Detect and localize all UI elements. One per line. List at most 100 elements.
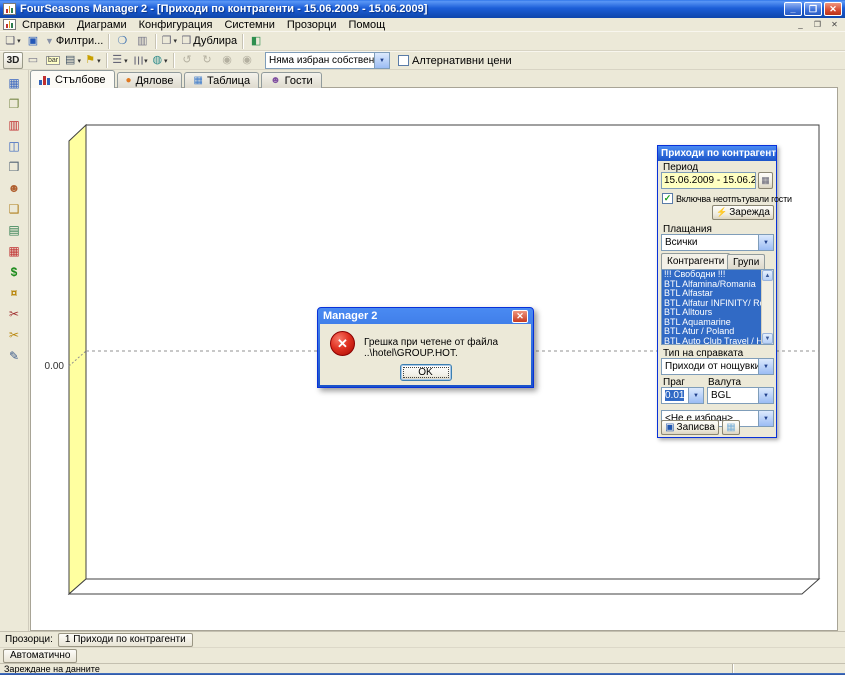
list-item[interactable]: BTL Aquamarine	[662, 318, 761, 328]
list-item[interactable]: BTL Auto Club Travel / Hungary	[662, 337, 761, 345]
combo-dropdown-button[interactable]: ▼	[758, 388, 773, 403]
cancel-yellow-button[interactable]: ✂	[3, 326, 25, 344]
alternative-prices-checkbox[interactable]	[398, 55, 409, 66]
menu-prozorci[interactable]: Прозорци	[281, 19, 343, 31]
documents-button[interactable]: ❐	[3, 95, 25, 113]
rotate-right-button[interactable]: ↻	[197, 52, 217, 69]
3d-toggle-button[interactable]: 3D	[3, 52, 23, 69]
duplicate-button[interactable]: ❒ Дублира	[179, 33, 239, 50]
payments-combobox[interactable]: Всички ▼	[661, 234, 774, 251]
print-button[interactable]: ▥	[132, 33, 152, 50]
mdi-restore-button[interactable]: ❐	[810, 19, 825, 30]
zoom-in-button[interactable]: ◉	[237, 52, 257, 69]
menu-konfiguracia[interactable]: Конфигурация	[133, 19, 219, 31]
minimize-button[interactable]: _	[784, 2, 802, 16]
series-style-button[interactable]: ◍ ▾	[150, 52, 170, 69]
horizontal-grid-button[interactable]: ☰ ▾	[110, 52, 130, 69]
list-scrollbar[interactable]: ▲ ▼	[761, 270, 773, 344]
owner-combobox[interactable]: Няма избран собственици ▼	[265, 52, 390, 69]
rotate-left-button[interactable]: ↺	[177, 52, 197, 69]
calendar-button[interactable]: ▦	[758, 172, 773, 189]
list-item[interactable]: BTL Atur / Poland	[662, 327, 761, 337]
filters-button[interactable]: ▼ Филтри...	[43, 33, 105, 50]
save-button[interactable]: ▣	[23, 33, 43, 50]
mdi-close-button[interactable]: ✕	[827, 19, 842, 30]
series-marks-button[interactable]: bar	[43, 52, 63, 69]
folders-button[interactable]: ❑	[3, 200, 25, 218]
tab-table[interactable]: ▦ Таблица	[184, 72, 259, 88]
close-button[interactable]: ✕	[824, 2, 842, 16]
grid-options-button[interactable]: ▦	[722, 420, 740, 435]
tab-contragents[interactable]: Контрагенти	[661, 253, 730, 269]
cancel-red-button[interactable]: ✂	[3, 305, 25, 323]
chart-window-button[interactable]: ◧	[246, 33, 266, 50]
guests-list-button[interactable]: ☻	[3, 179, 25, 197]
threshold-combobox[interactable]: 0.01 ▼	[661, 387, 704, 404]
panel-title-bar[interactable]: Приходи по контрагенти ✕	[658, 146, 776, 161]
scroll-up-button[interactable]: ▲	[762, 270, 773, 281]
load-button[interactable]: ⚡ Зарежда	[712, 205, 774, 220]
chart-report-button[interactable]: ▥	[3, 116, 25, 134]
ledger-button[interactable]: ▤	[3, 221, 25, 239]
period-input[interactable]: 15.06.2009 - 15.06.2009	[661, 172, 756, 189]
red-grid-icon: ▦	[8, 244, 19, 258]
dialog-title-bar[interactable]: Manager 2 ✕	[318, 308, 533, 324]
combo-dropdown-button[interactable]: ▼	[758, 411, 773, 426]
restore-button[interactable]: ❐	[804, 2, 822, 16]
chevron-down-icon: ▼	[763, 364, 769, 370]
tab-guests[interactable]: ☻ Гости	[261, 72, 322, 88]
tab-groups[interactable]: Групи	[727, 254, 765, 269]
occupancy-grid-button[interactable]: ▦	[3, 242, 25, 260]
card-file-button[interactable]: ◫	[3, 137, 25, 155]
marks-flag-button[interactable]: ⚑ ▾	[83, 52, 103, 69]
contragents-listbox[interactable]: !!! Свободни !!! BTL Alfamina/Romania BT…	[661, 269, 774, 345]
combo-dropdown-button[interactable]: ▼	[374, 53, 389, 68]
tab-pie[interactable]: ● Дялове	[117, 72, 183, 88]
list-item[interactable]: BTL Alltours	[662, 308, 761, 318]
table-icon: ▦	[193, 76, 202, 86]
combo-dropdown-button[interactable]: ▼	[688, 388, 703, 403]
chevron-down-icon: ▼	[763, 393, 769, 399]
include-guests-checkbox[interactable]: ✓	[662, 193, 673, 204]
zoom-out-button[interactable]: ◉	[217, 52, 237, 69]
menu-spravki[interactable]: Справки	[16, 19, 71, 31]
combo-dropdown-button[interactable]: ▼	[758, 359, 773, 374]
chart-panel-button[interactable]: ▭	[23, 52, 43, 69]
payments-button[interactable]: $	[3, 263, 25, 281]
document-window-button[interactable]: ❒	[3, 158, 25, 176]
payments-value: Всички	[662, 237, 758, 248]
error-icon: ✕	[330, 331, 355, 356]
include-guests-label: Включва неотпътували гости	[676, 194, 792, 204]
scroll-down-button[interactable]: ▼	[762, 333, 773, 344]
print-preview-button[interactable]: ❍	[112, 33, 132, 50]
report-type-combobox[interactable]: Приходи от нощувки ▼	[661, 358, 774, 375]
edit-document-button[interactable]: ✎	[3, 347, 25, 365]
tab-bars[interactable]: Стълбове	[30, 70, 115, 88]
combo-dropdown-button[interactable]: ▼	[758, 235, 773, 250]
legend-button[interactable]: ▤ ▾	[63, 52, 83, 69]
dialog-close-button[interactable]: ✕	[512, 310, 528, 323]
menu-diagrami[interactable]: Диаграми	[71, 19, 133, 31]
new-report-button[interactable]: ❏ ▾	[3, 33, 23, 50]
list-item[interactable]: BTL Alfastar	[662, 289, 761, 299]
mdi-minimize-button[interactable]: _	[793, 19, 808, 30]
copy-button[interactable]: ❐ ▾	[159, 33, 179, 50]
main-toolbar: ❏ ▾ ▣ ▼ Филтри... ❍ ▥ ❐ ▾ ❒ Дублира ◧	[0, 31, 845, 51]
menu-sistemni[interactable]: Системни	[218, 19, 280, 31]
automatic-button[interactable]: Автоматично	[3, 649, 77, 663]
rotate-right-icon: ↻	[202, 55, 211, 66]
list-item[interactable]: BTL Alfatur INFINITY/ Romania	[662, 299, 761, 309]
list-item[interactable]: BTL Alfamina/Romania	[662, 280, 761, 290]
ok-button[interactable]: OK	[400, 364, 452, 381]
room-plan-button[interactable]: ▦	[3, 74, 25, 92]
chevron-down-icon: ▾	[97, 57, 101, 65]
folders-icon: ❑	[9, 202, 20, 216]
menu-pomosht[interactable]: Помощ	[342, 19, 391, 31]
window-tab-button[interactable]: 1 Приходи по контрагенти	[58, 633, 193, 647]
vertical-grid-button[interactable]: ☰ ▾	[130, 52, 150, 69]
list-item[interactable]: !!! Свободни !!!	[662, 270, 761, 280]
tab-pie-label: Дялове	[136, 75, 174, 87]
save-report-button[interactable]: ▣ Записва	[661, 420, 719, 435]
cash-button[interactable]: ¤	[3, 284, 25, 302]
currency-combobox[interactable]: BGL ▼	[707, 387, 774, 404]
